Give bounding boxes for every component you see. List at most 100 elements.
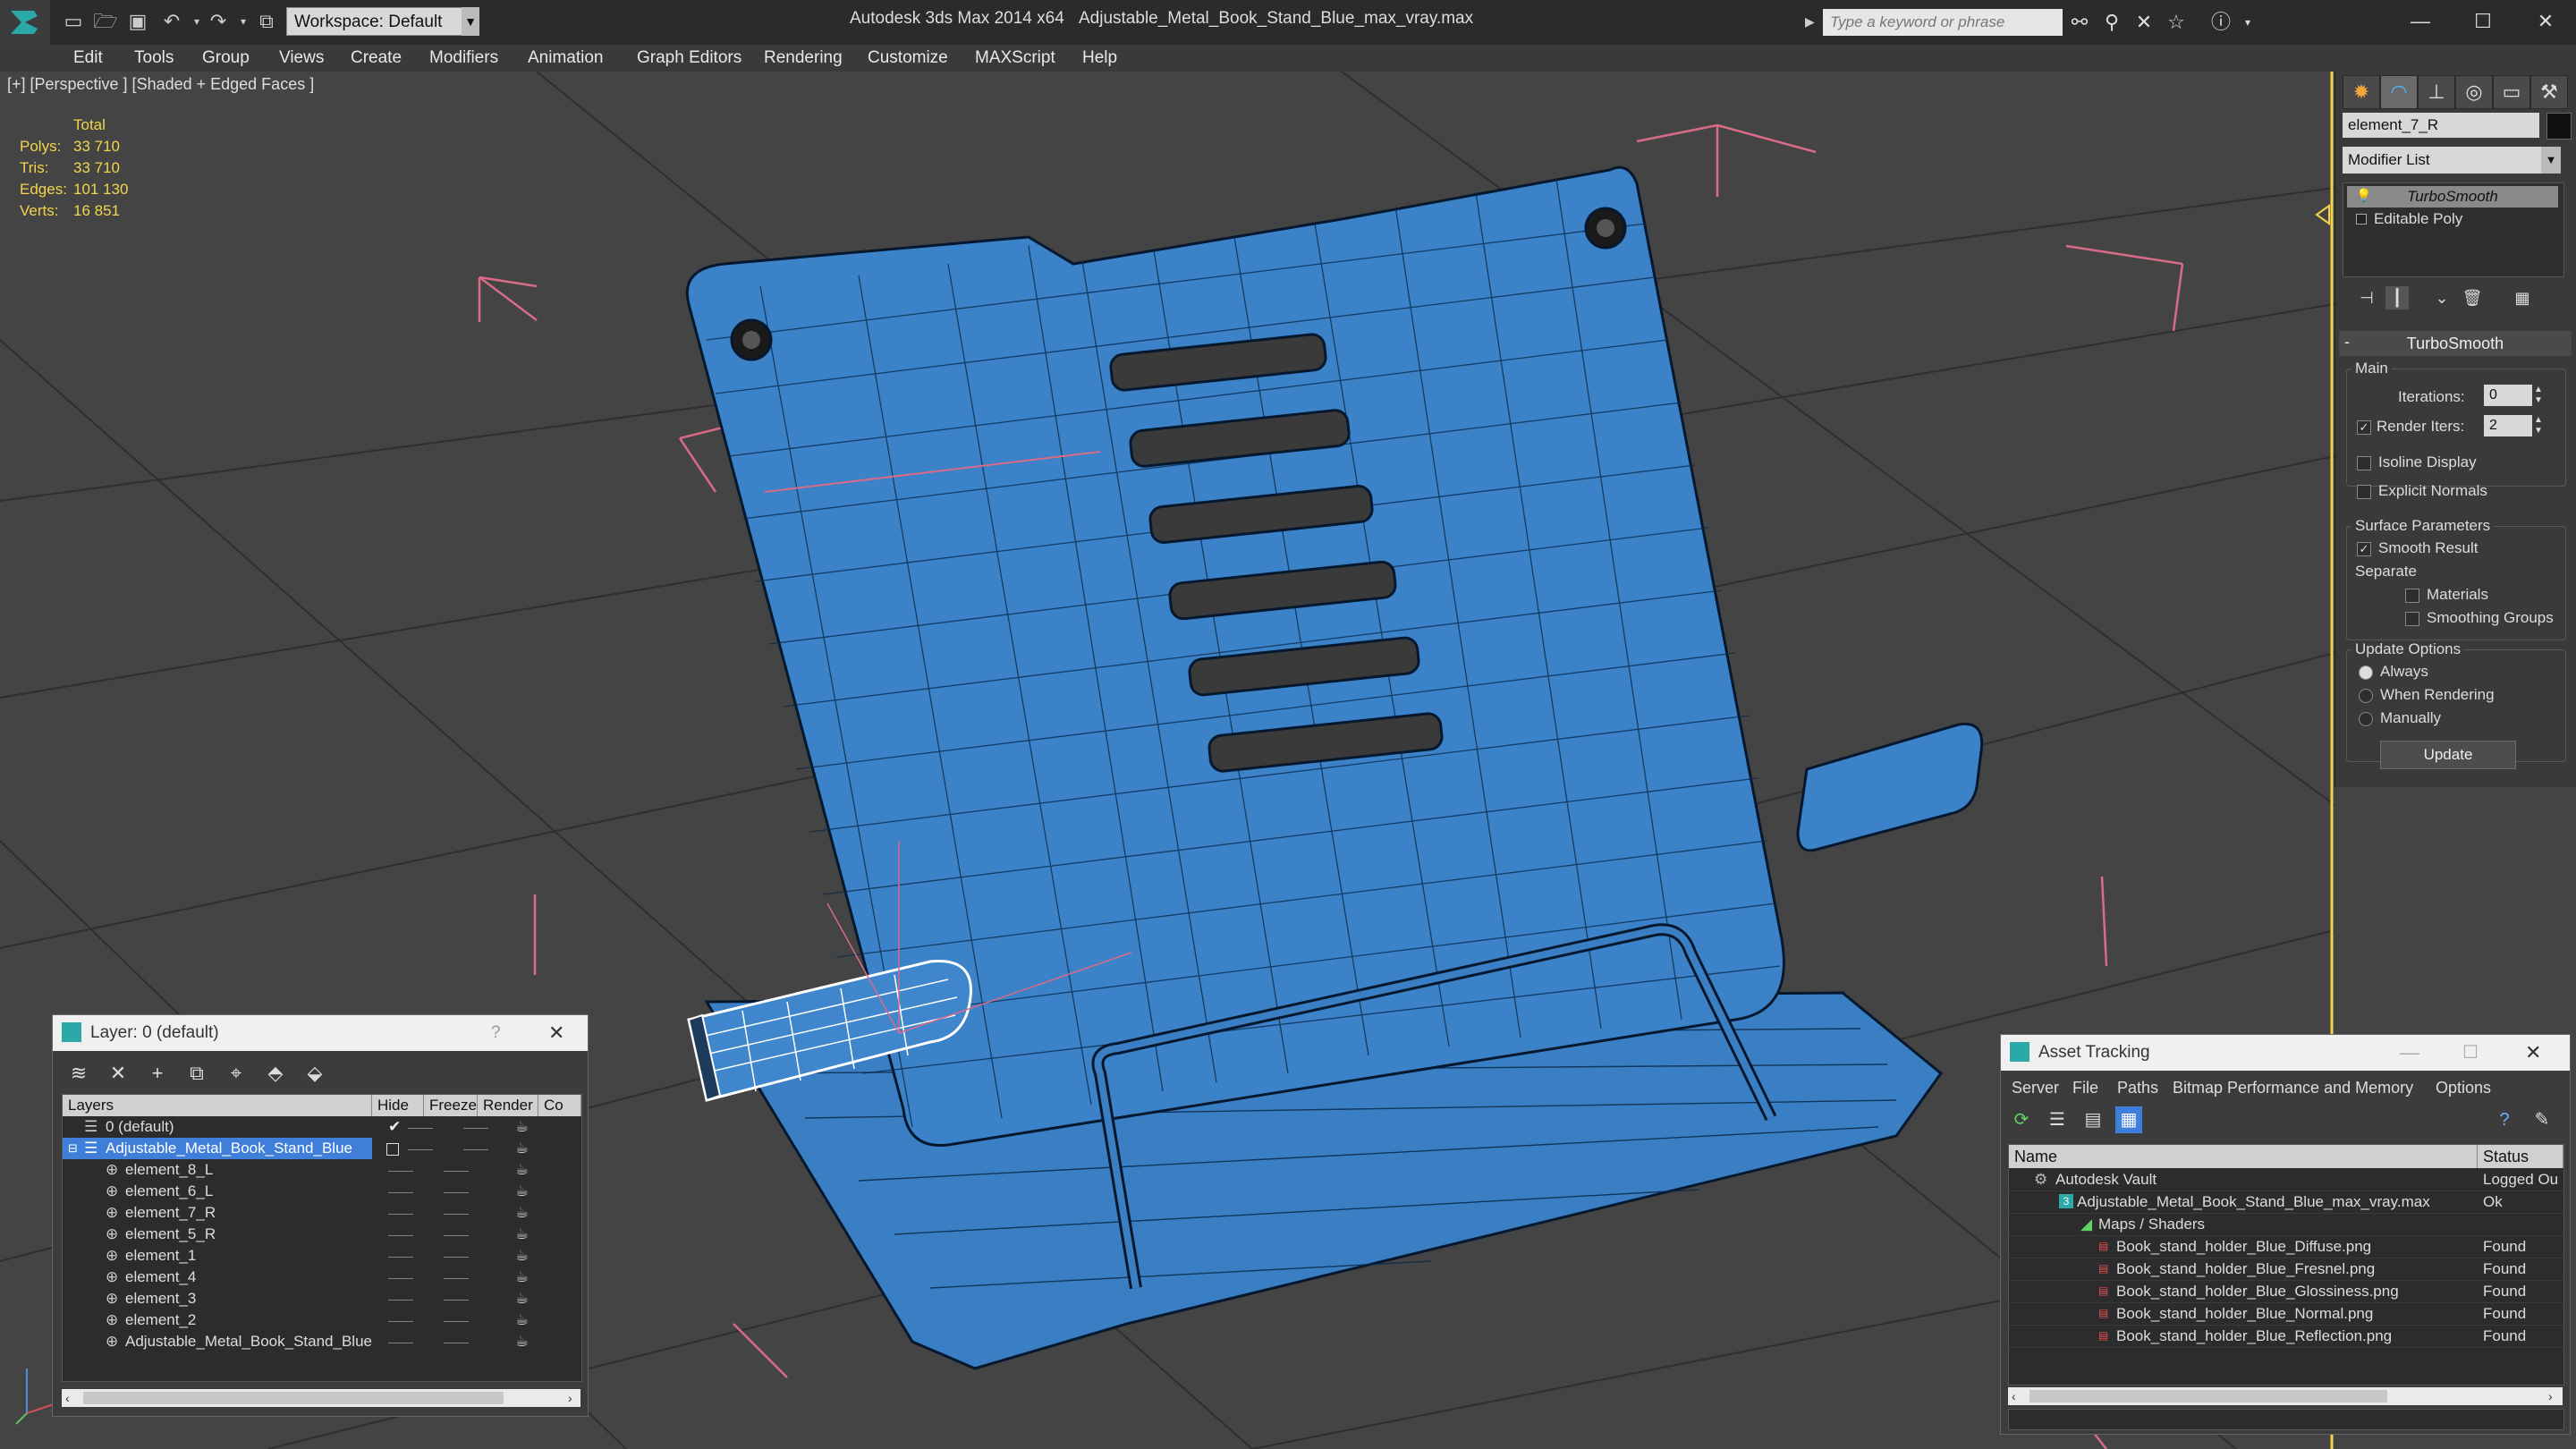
search-input[interactable]: Type a keyword or phrase [1823, 9, 2063, 36]
hide-toggle[interactable]: —— [388, 1181, 413, 1202]
binoculars-icon[interactable]: ⚯ [2066, 9, 2093, 36]
menu-file[interactable]: File [2072, 1076, 2098, 1099]
chevron-left-icon[interactable]: ‹ [2012, 1387, 2016, 1405]
menu-graph-editors[interactable]: Graph Editors [637, 45, 741, 72]
minimize-button[interactable]: — [2394, 4, 2447, 39]
project-folder-icon[interactable]: ⧉ [254, 9, 279, 34]
menu-tools[interactable]: Tools [134, 45, 174, 72]
smoothing-groups-checkbox[interactable] [2405, 612, 2419, 626]
teapot-icon[interactable]: ☕ [515, 1159, 529, 1181]
teapot-icon[interactable]: ☕ [515, 1331, 529, 1352]
favorites-star-icon[interactable]: ☆ [2163, 9, 2190, 36]
scrollbar-thumb[interactable] [2029, 1390, 2387, 1402]
viewport-label[interactable]: [+] [Perspective ] [Shaded + Edged Faces… [7, 75, 314, 94]
teapot-icon[interactable]: ☕ [515, 1309, 529, 1331]
teapot-icon[interactable]: ☕ [515, 1116, 529, 1138]
highlight-layer-icon[interactable]: ⬘ [260, 1058, 291, 1089]
menu-animation[interactable]: Animation [528, 45, 604, 72]
spinner-arrows-icon[interactable]: ▲ ▼ [2534, 415, 2543, 436]
freeze-toggle[interactable]: —— [444, 1267, 469, 1288]
menu-options[interactable]: Options [2436, 1076, 2491, 1099]
current-layer-check-icon[interactable]: ✔ [388, 1116, 401, 1138]
lightbulb-icon[interactable]: 💡 [2356, 188, 2371, 206]
menu-rendering[interactable]: Rendering [764, 45, 843, 72]
column-header-color[interactable]: Co [538, 1095, 581, 1116]
layer-object-row[interactable]: ⊕ element_1 —— —— ☕ [63, 1245, 581, 1267]
help-icon[interactable]: ? [2491, 1106, 2518, 1133]
manually-radio[interactable] [2359, 712, 2373, 726]
close-icon[interactable]: ✕ [548, 1015, 564, 1051]
modifier-list-select[interactable]: Modifier List [2343, 147, 2557, 174]
delete-layer-icon[interactable]: ✕ [103, 1058, 133, 1089]
teapot-icon[interactable]: ☕ [515, 1224, 529, 1245]
hide-toggle[interactable]: —— [388, 1288, 413, 1309]
hierarchy-tab-icon[interactable]: ⊥ [2418, 75, 2455, 109]
stack-item-editable-poly[interactable]: Editable Poly [2347, 208, 2558, 230]
show-end-result-icon[interactable]: ┃ [2385, 286, 2409, 309]
teapot-icon[interactable]: ☕ [515, 1202, 529, 1224]
materials-checkbox[interactable] [2405, 589, 2419, 603]
when-rendering-radio[interactable] [2359, 689, 2373, 703]
chevron-down-icon[interactable]: ▼ [462, 7, 479, 36]
hide-toggle[interactable]: —— [388, 1159, 413, 1181]
freeze-toggle[interactable]: —— [444, 1331, 469, 1352]
maximize-icon[interactable]: ☐ [2462, 1035, 2479, 1071]
display-tab-icon[interactable]: ▭ [2493, 75, 2530, 109]
menu-modifiers[interactable]: Modifiers [429, 45, 498, 72]
help-dropdown-icon[interactable]: ▾ [2234, 9, 2261, 36]
hide-toggle[interactable]: —— [388, 1309, 413, 1331]
chevron-right-icon[interactable]: › [2548, 1387, 2553, 1405]
column-header-layers[interactable]: Layers [63, 1095, 372, 1116]
asset-row[interactable]: ▤ Book_stand_holder_Blue_Reflection.png … [2009, 1325, 2563, 1348]
detail-view-icon[interactable]: ▤ [2080, 1106, 2106, 1133]
scrollbar-thumb[interactable] [83, 1392, 504, 1404]
iterations-spinner[interactable]: 0 [2484, 385, 2532, 406]
render-iters-spinner[interactable]: 2 [2484, 415, 2532, 436]
horizontal-scrollbar[interactable]: ‹ › [62, 1389, 580, 1407]
update-button[interactable]: Update [2380, 741, 2516, 769]
asset-row[interactable]: ⚙ Autodesk Vault Logged Ou [2009, 1168, 2563, 1191]
layer-object-row[interactable]: ⊕ Adjustable_Metal_Book_Stand_Blue —— ——… [63, 1331, 581, 1352]
layer-window-title-bar[interactable]: Layer: 0 (default) ? ✕ [53, 1015, 588, 1051]
refresh-icon[interactable]: ⟳ [2008, 1106, 2035, 1133]
subscription-icon[interactable]: ⚲ [2098, 9, 2125, 36]
rollout-header[interactable]: TurboSmooth [2339, 331, 2572, 356]
column-header-freeze[interactable]: Freeze [424, 1095, 478, 1116]
help-icon[interactable]: ? [491, 1015, 501, 1051]
collapse-icon[interactable]: ⊟ [68, 1138, 78, 1159]
asset-row[interactable]: ▤ Book_stand_holder_Blue_Normal.png Foun… [2009, 1302, 2563, 1326]
smooth-result-checkbox[interactable]: ✓ [2357, 542, 2371, 556]
minimize-icon[interactable]: — [2400, 1035, 2419, 1071]
remove-modifier-icon[interactable]: 🗑 [2461, 286, 2484, 309]
asset-row[interactable]: 3 Adjustable_Metal_Book_Stand_Blue_max_v… [2009, 1191, 2563, 1214]
freeze-toggle[interactable]: —— [444, 1224, 469, 1245]
stack-item-turbosmooth[interactable]: TurboSmooth [2347, 186, 2558, 208]
menu-customize[interactable]: Customize [868, 45, 948, 72]
render-iters-checkbox[interactable]: ✓ [2357, 420, 2371, 435]
menu-help[interactable]: Help [1082, 45, 1117, 72]
hide-toggle[interactable]: —— [388, 1331, 413, 1352]
menu-maxscript[interactable]: MAXScript [975, 45, 1055, 72]
teapot-icon[interactable]: ☕ [515, 1181, 529, 1202]
communication-icon[interactable]: ✕ [2131, 9, 2157, 36]
search-expand-icon[interactable]: ▶ [1805, 9, 1821, 34]
redo-icon[interactable]: ↷ [206, 9, 231, 34]
collapse-icon[interactable]: - [2344, 333, 2350, 352]
layer-settings-icon[interactable]: ≋ [64, 1058, 94, 1089]
utilities-tab-icon[interactable]: ⚒ [2530, 75, 2568, 109]
undo-icon[interactable]: ↶ [159, 9, 184, 34]
asset-row[interactable]: ▤ Book_stand_holder_Blue_Diffuse.png Fou… [2009, 1235, 2563, 1258]
list-view-icon[interactable]: ☰ [2044, 1106, 2071, 1133]
column-header-name[interactable]: Name [2009, 1145, 2478, 1168]
menu-edit[interactable]: Edit [73, 45, 103, 72]
app-logo[interactable] [0, 0, 50, 45]
hide-toggle[interactable]: —— [388, 1224, 413, 1245]
layer-object-row[interactable]: ⊕ element_6_L —— —— ☕ [63, 1181, 581, 1202]
explicit-normals-checkbox[interactable] [2357, 485, 2371, 499]
hide-toggle[interactable]: —— [408, 1138, 433, 1159]
freeze-toggle[interactable]: —— [444, 1309, 469, 1331]
open-file-icon[interactable]: 🗁 [93, 9, 118, 34]
add-to-layer-icon[interactable]: ⧉ [182, 1058, 212, 1089]
render-toggle[interactable]: —— [463, 1116, 488, 1138]
menu-paths[interactable]: Paths [2117, 1076, 2158, 1099]
